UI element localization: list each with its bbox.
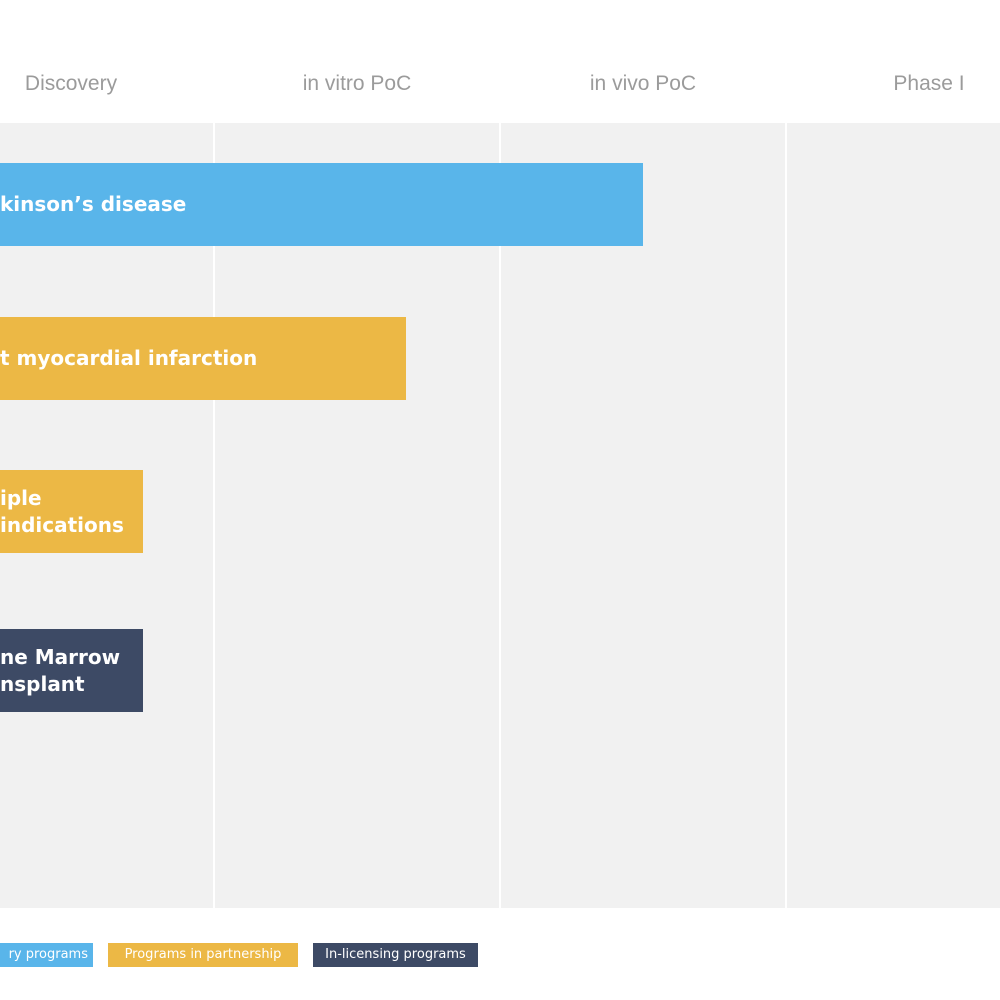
pipeline-chart: Discovery in vitro PoC in vivo PoC Phase I … bbox=[0, 0, 1000, 1000]
stage-header: Phase I bbox=[893, 72, 965, 95]
program-label: iple indications bbox=[0, 485, 124, 537]
stage-header: in vitro PoC bbox=[302, 72, 412, 95]
program-label: t myocardial infarction bbox=[0, 346, 258, 370]
program-label: ne Marrow nsplant bbox=[0, 644, 121, 696]
legend-item: ry programs bbox=[0, 943, 93, 967]
program-bar: ne Marrow nsplant bbox=[0, 629, 143, 712]
stage-header: Discovery bbox=[24, 72, 118, 95]
stage-divider bbox=[785, 123, 787, 908]
stage-header: in vivo PoC bbox=[589, 72, 697, 95]
legend-item: Programs in partnership bbox=[108, 943, 298, 967]
program-bar: kinson’s disease bbox=[0, 163, 643, 246]
legend-item: In-licensing programs bbox=[313, 943, 478, 967]
program-bar: iple indications bbox=[0, 470, 143, 553]
program-label: kinson’s disease bbox=[0, 192, 187, 216]
program-bar: t myocardial infarction bbox=[0, 317, 406, 400]
